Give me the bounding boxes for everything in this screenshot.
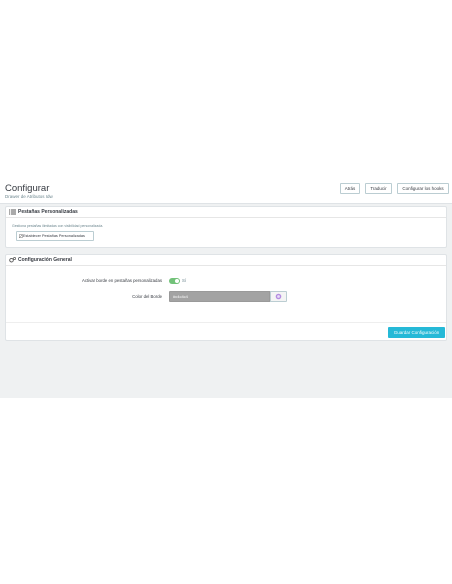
border-toggle-label: Activar borde en pestañas personalizadas [81,278,162,283]
general-config-panel-heading: Configuración General [6,255,446,266]
configure-hooks-button[interactable]: Configurar los hooks [397,183,449,194]
back-button[interactable]: Atrás [340,183,360,194]
panel-footer-divider [6,322,446,323]
color-wheel-icon [275,293,282,300]
custom-tabs-description: Gestiona pestañas ilimitadas con visibil… [12,224,104,228]
set-custom-tabs-button[interactable]: Establecer Pestañas Personalizadas [16,231,94,241]
cogs-icon [9,257,16,263]
page-subtitle: Drawer de Atributos Idw [5,194,53,199]
list-icon [9,209,16,215]
page-title: Configurar [5,183,50,194]
admin-content-area: Configurar Drawer de Atributos Idw Atrás… [0,178,452,398]
edit-icon [19,234,23,238]
border-color-label: Color del Borde [132,294,162,299]
switch-knob [175,279,179,283]
custom-tabs-panel-title: Pestañas Personalizadas [18,209,78,215]
color-picker-button[interactable] [270,291,287,302]
custom-tabs-panel-heading: Pestañas Personalizadas [6,207,446,218]
general-config-panel-title: Configuración General [18,257,72,263]
general-config-panel: Configuración General Activar borde en p… [5,254,447,341]
set-custom-tabs-label: Establecer Pestañas Personalizadas [23,234,85,238]
save-configuration-button[interactable]: Guardar Configuración [388,327,445,338]
page-header: Configurar Drawer de Atributos Idw Atrás… [0,178,452,204]
border-toggle-value: Sí [182,278,187,283]
border-toggle-switch[interactable] [169,278,180,284]
border-color-input[interactable]: #c4c4c4 [169,291,270,302]
custom-tabs-panel: Pestañas Personalizadas Gestiona pestaña… [5,206,447,248]
translate-button[interactable]: Traducir [365,183,392,194]
